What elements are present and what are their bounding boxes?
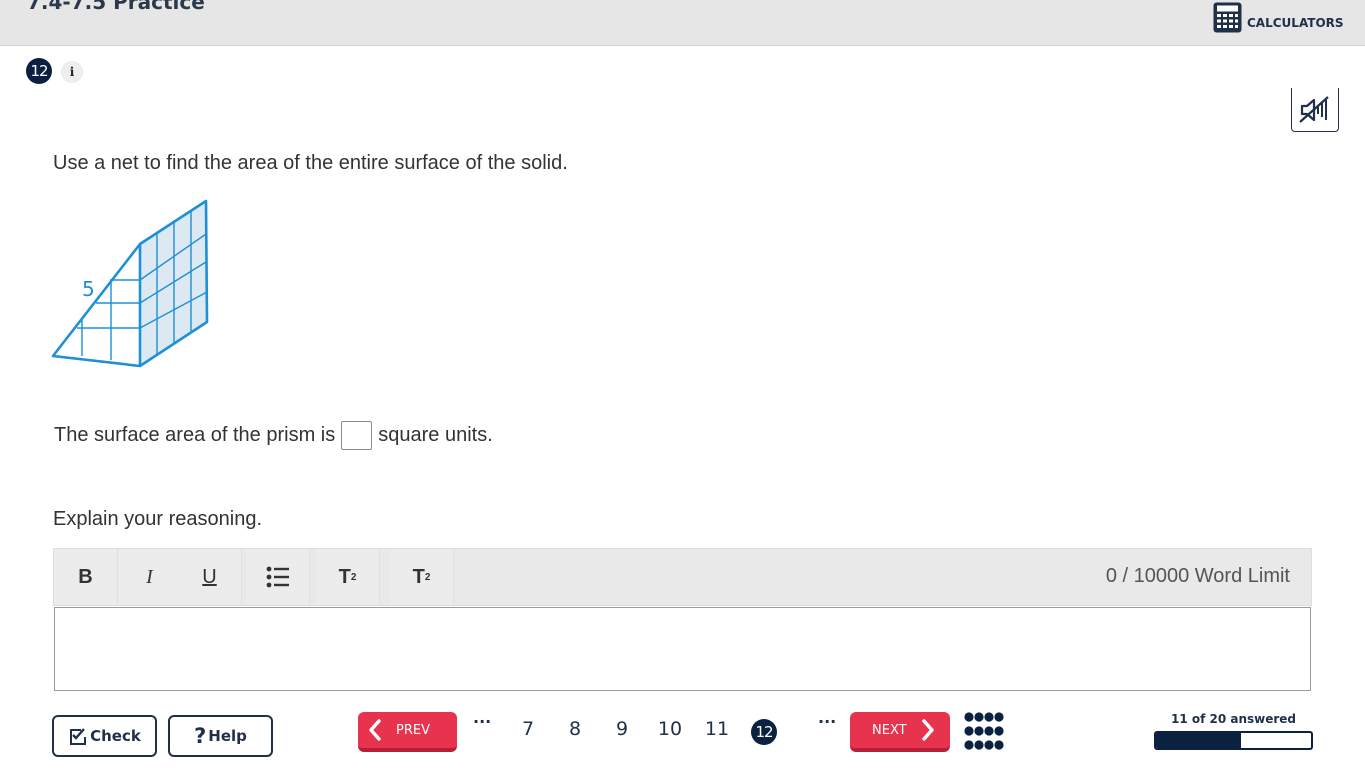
question-prompt: Use a net to find the area of the entire… — [53, 152, 568, 174]
question-grid-icon[interactable] — [964, 712, 1004, 750]
progress-bar-fill — [1156, 733, 1242, 748]
surface-area-input[interactable] — [341, 420, 373, 450]
word-limit-counter: 0 / 10000 Word Limit — [1106, 565, 1290, 588]
page-link[interactable]: 10 — [655, 718, 685, 744]
pages-ellipsis-left[interactable]: ··· — [473, 712, 491, 731]
subscript-t: T — [412, 565, 425, 588]
explain-prompt: Explain your reasoning. — [53, 508, 263, 530]
bold-button[interactable]: B — [54, 549, 118, 605]
calculators-label: CALCULATORS — [1247, 15, 1344, 30]
next-label: NEXT — [872, 722, 907, 738]
page-link[interactable]: 7 — [513, 718, 543, 744]
underline-button[interactable]: U — [178, 549, 242, 605]
chevron-left-icon — [369, 719, 381, 741]
prev-label: PREV — [396, 722, 430, 738]
reasoning-text-area[interactable] — [54, 607, 1311, 691]
next-button[interactable]: NEXT — [850, 712, 950, 752]
subscript-button[interactable]: T2 — [390, 549, 454, 605]
italic-button[interactable]: I — [118, 549, 182, 605]
answer-suffix: square units. — [378, 423, 493, 446]
superscript-button[interactable]: T2 — [316, 549, 380, 605]
page-link[interactable]: 8 — [560, 718, 590, 744]
page-link[interactable]: 9 — [607, 718, 637, 744]
chevron-right-icon — [921, 719, 934, 741]
info-button[interactable]: i — [61, 61, 83, 83]
figure-side-label: 5 — [82, 277, 95, 301]
question-mark-icon: ? — [194, 724, 207, 748]
answer-prefix: The surface area of the prism is — [54, 423, 336, 446]
subscript-mark: 2 — [424, 571, 431, 583]
check-button[interactable]: Check — [52, 715, 157, 757]
audio-toggle-button[interactable] — [1291, 88, 1339, 132]
superscript-mark: 2 — [350, 571, 357, 583]
word-limit-text: / 10000 Word Limit — [1122, 565, 1291, 587]
bullet-list-button[interactable] — [246, 549, 310, 605]
triangular-prism-figure: 5 — [51, 199, 209, 368]
checkbox-checked-icon — [70, 728, 87, 745]
current-page-badge[interactable]: 12 — [751, 719, 777, 745]
calculator-icon — [1213, 2, 1242, 32]
top-header: 7.4-7.5 Practice CALCULATORS — [0, 0, 1365, 46]
check-label: Check — [90, 727, 141, 745]
progress-text: 11 of 20 answered — [1170, 712, 1297, 726]
prev-button[interactable]: PREV — [358, 712, 457, 752]
assignment-title: 7.4-7.5 Practice — [27, 0, 205, 14]
progress-bar — [1154, 731, 1313, 750]
calculators-button[interactable]: CALCULATORS — [1213, 1, 1344, 33]
superscript-t: T — [338, 565, 351, 588]
question-number-badge: 12 — [26, 58, 52, 84]
answer-sentence: The surface area of the prism is square … — [54, 420, 493, 450]
help-button[interactable]: ? Help — [168, 715, 273, 757]
editor-toolbar: B I U T2 T2 0 / 10000 Word Limit — [53, 548, 1312, 606]
speaker-muted-icon — [1299, 95, 1329, 123]
page-link[interactable]: 11 — [702, 718, 732, 744]
help-label: Help — [208, 727, 247, 745]
word-count: 0 — [1105, 565, 1117, 587]
bullet-list-icon — [266, 566, 289, 588]
pages-ellipsis-right[interactable]: ··· — [818, 712, 836, 731]
